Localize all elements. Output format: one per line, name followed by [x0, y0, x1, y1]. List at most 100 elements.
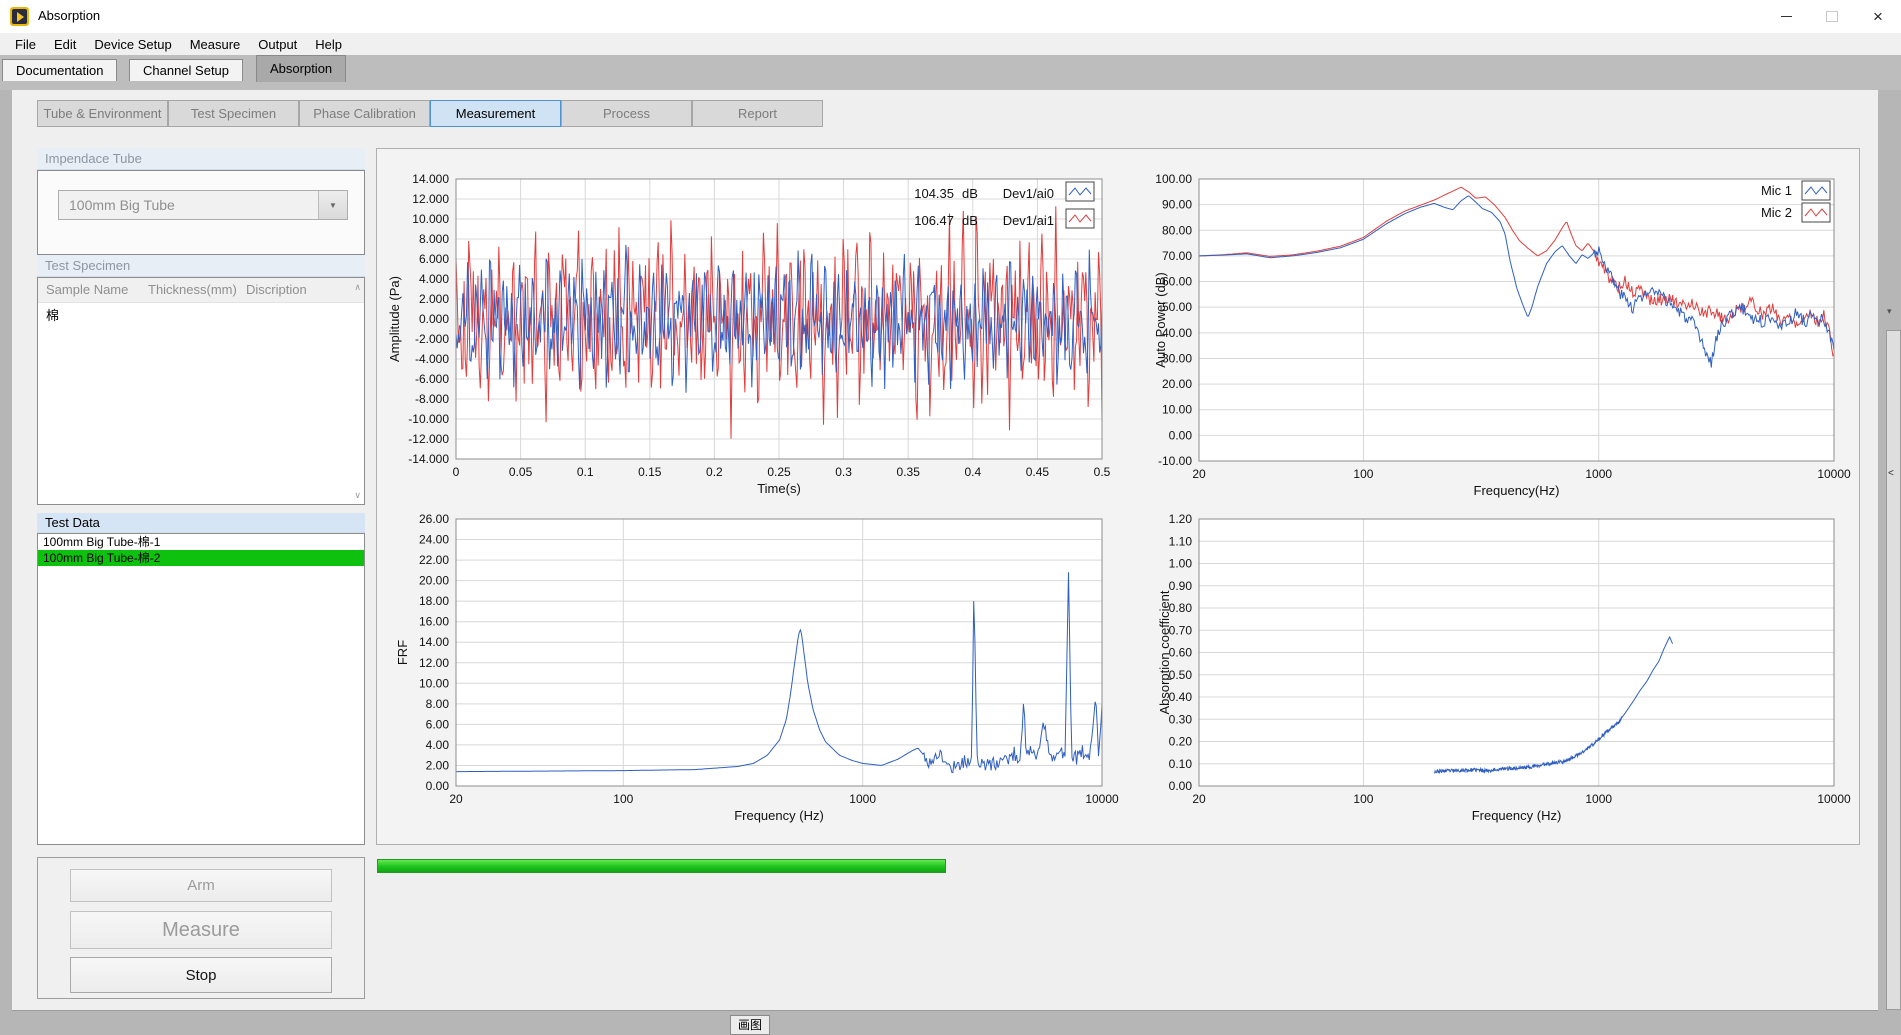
- svg-text:0.1: 0.1: [577, 465, 594, 479]
- svg-text:1000: 1000: [1585, 467, 1612, 481]
- svg-text:0.000: 0.000: [419, 312, 449, 326]
- svg-text:6.00: 6.00: [426, 717, 450, 731]
- tab-absorption[interactable]: Absorption: [256, 55, 346, 82]
- subtab-process[interactable]: Process: [561, 100, 692, 127]
- tab-documentation[interactable]: Documentation: [2, 59, 117, 81]
- test-data-item[interactable]: 100mm Big Tube-棉-1: [38, 534, 364, 550]
- svg-text:Dev1/ai1: Dev1/ai1: [1003, 213, 1054, 228]
- stop-button[interactable]: Stop: [70, 957, 332, 993]
- subtab-report[interactable]: Report: [692, 100, 823, 127]
- close-button[interactable]: ×: [1855, 0, 1901, 33]
- absorption-coefficient-chart: 1.201.101.000.900.800.700.600.500.400.30…: [1157, 512, 1851, 823]
- svg-text:8.000: 8.000: [419, 232, 449, 246]
- svg-text:2.00: 2.00: [426, 758, 450, 772]
- svg-text:100: 100: [1353, 792, 1373, 806]
- svg-text:70.00: 70.00: [1162, 249, 1192, 263]
- minimize-button[interactable]: [1763, 0, 1809, 33]
- tube-select-value: 100mm Big Tube: [69, 197, 175, 213]
- svg-text:dB: dB: [962, 213, 978, 228]
- maximize-button[interactable]: [1809, 0, 1855, 33]
- svg-text:100: 100: [1353, 467, 1373, 481]
- svg-text:Dev1/ai0: Dev1/ai0: [1003, 186, 1054, 201]
- svg-text:20: 20: [449, 792, 463, 806]
- svg-text:104.35: 104.35: [914, 186, 954, 201]
- arm-button[interactable]: Arm: [70, 869, 332, 902]
- subtab-tube-environment[interactable]: Tube & Environment: [37, 100, 168, 127]
- menu-edit[interactable]: Edit: [45, 35, 85, 54]
- svg-text:-6.000: -6.000: [415, 372, 449, 386]
- svg-text:14.000: 14.000: [412, 172, 449, 186]
- vertical-scrollbar-thumb[interactable]: [1886, 330, 1901, 1010]
- svg-text:24.00: 24.00: [419, 533, 449, 547]
- impedance-tube-header: Impendace Tube: [37, 148, 365, 170]
- svg-text:16.00: 16.00: [419, 615, 449, 629]
- test-specimen-table[interactable]: Sample NameThickness(mm)Discription ∧ ∨ …: [37, 277, 365, 505]
- svg-text:100.00: 100.00: [1155, 172, 1192, 186]
- svg-text:12.000: 12.000: [412, 192, 449, 206]
- svg-text:100: 100: [613, 792, 633, 806]
- svg-text:12.00: 12.00: [419, 656, 449, 670]
- svg-text:90.00: 90.00: [1162, 198, 1192, 212]
- svg-text:2.000: 2.000: [419, 292, 449, 306]
- svg-text:FRF: FRF: [395, 640, 410, 665]
- svg-text:0.4: 0.4: [964, 465, 981, 479]
- svg-text:0.25: 0.25: [767, 465, 791, 479]
- svg-text:Mic 1: Mic 1: [1761, 183, 1792, 198]
- bottom-strip: [0, 1011, 1901, 1028]
- svg-text:10000: 10000: [1817, 792, 1851, 806]
- window-title: Absorption: [38, 8, 100, 23]
- column-discription: Discription: [246, 282, 307, 297]
- scroll-down-icon[interactable]: ∨: [354, 490, 361, 501]
- svg-text:20.00: 20.00: [419, 574, 449, 588]
- specimen-sample-name[interactable]: 棉: [46, 305, 59, 324]
- hidden-plot-tab[interactable]: 画图: [730, 1015, 770, 1035]
- column-thickness-mm: Thickness(mm): [148, 282, 237, 297]
- svg-text:-8.000: -8.000: [415, 392, 449, 406]
- measure-button[interactable]: Measure: [70, 911, 332, 949]
- svg-text:0.00: 0.00: [1169, 779, 1193, 793]
- svg-text:Absorption coefficient: Absorption coefficient: [1157, 590, 1172, 714]
- subtab-test-specimen[interactable]: Test Specimen: [168, 100, 299, 127]
- main-tab-row: Documentation Channel Setup Absorption: [0, 55, 1901, 90]
- maximize-icon: [1826, 11, 1838, 22]
- svg-text:4.000: 4.000: [419, 272, 449, 286]
- svg-text:22.00: 22.00: [419, 553, 449, 567]
- tube-select-combo[interactable]: 100mm Big Tube ▼: [58, 190, 348, 220]
- svg-text:0.20: 0.20: [1169, 735, 1193, 749]
- svg-text:0.05: 0.05: [509, 465, 533, 479]
- svg-text:-14.000: -14.000: [408, 452, 449, 466]
- svg-text:80.00: 80.00: [1162, 223, 1192, 237]
- svg-text:6.000: 6.000: [419, 252, 449, 266]
- test-data-list[interactable]: 100mm Big Tube-棉-1100mm Big Tube-棉-2: [37, 533, 365, 845]
- test-specimen-table-header: Sample Name Thickness(mm) Discription: [38, 278, 364, 303]
- svg-text:0.80: 0.80: [1169, 601, 1193, 615]
- subtab-phase-calibration[interactable]: Phase Calibration: [299, 100, 430, 127]
- menu-measure[interactable]: Measure: [181, 35, 250, 54]
- test-data-item[interactable]: 100mm Big Tube-棉-2: [38, 550, 364, 566]
- menu-file[interactable]: File: [6, 35, 45, 54]
- svg-text:0: 0: [453, 465, 460, 479]
- svg-text:20: 20: [1192, 792, 1206, 806]
- menu-device-setup[interactable]: Device Setup: [85, 35, 180, 54]
- charts-panel: 14.00012.00010.0008.0006.0004.0002.0000.…: [376, 148, 1860, 845]
- menu-help[interactable]: Help: [306, 35, 351, 54]
- tube-select-dropdown-button[interactable]: ▼: [318, 191, 347, 219]
- svg-text:Mic 2: Mic 2: [1761, 205, 1792, 220]
- scrollbar-notch-icon: ▾: [1887, 306, 1892, 317]
- time-waveform-chart: 14.00012.00010.0008.0006.0004.0002.0000.…: [387, 172, 1111, 496]
- chevron-down-icon: ▼: [329, 201, 337, 210]
- tab-channel-setup[interactable]: Channel Setup: [129, 59, 243, 81]
- svg-text:-12.000: -12.000: [408, 432, 449, 446]
- column-sample-name: Sample Name: [46, 282, 128, 297]
- collapse-left-icon[interactable]: <: [1888, 468, 1894, 479]
- menu-output[interactable]: Output: [249, 35, 306, 54]
- svg-text:0.00: 0.00: [426, 779, 450, 793]
- svg-text:Frequency (Hz): Frequency (Hz): [1472, 808, 1562, 823]
- svg-text:Amplitude (Pa): Amplitude (Pa): [387, 276, 402, 362]
- svg-text:0.15: 0.15: [638, 465, 662, 479]
- svg-text:1.10: 1.10: [1169, 534, 1193, 548]
- svg-text:1000: 1000: [1585, 792, 1612, 806]
- scroll-up-icon[interactable]: ∧: [354, 282, 361, 293]
- subtab-measurement[interactable]: Measurement: [430, 100, 561, 127]
- svg-text:0.2: 0.2: [706, 465, 723, 479]
